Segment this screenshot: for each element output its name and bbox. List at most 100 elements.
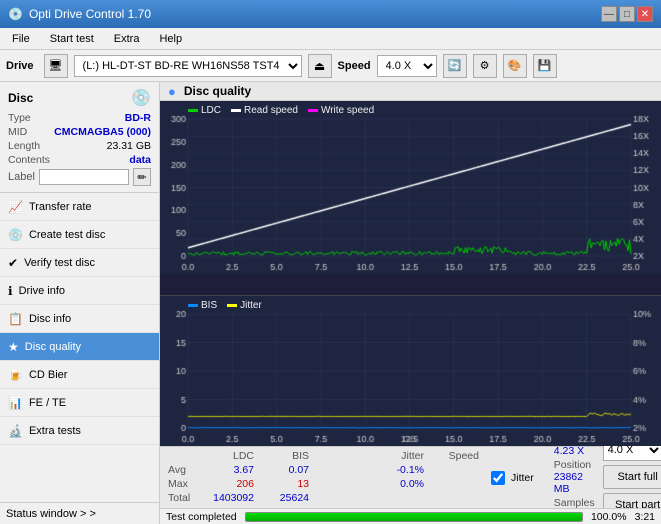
nav-verify-test-disc-label: Verify test disc bbox=[24, 257, 95, 269]
progress-bar-fill bbox=[246, 513, 582, 521]
disc-mid-row: MID CMCMAGBA5 (000) bbox=[8, 126, 151, 138]
stats-total-label: Total bbox=[168, 492, 203, 504]
position-label: Position bbox=[554, 459, 591, 471]
chart-header: ● Disc quality bbox=[160, 82, 661, 101]
stats-avg-bis: 0.07 bbox=[258, 464, 313, 476]
read-speed-legend-dot bbox=[231, 109, 241, 112]
save-button[interactable]: 💾 bbox=[533, 54, 557, 78]
position-val: 23862 MB bbox=[554, 471, 583, 495]
top-chart-legend: LDC Read speed Write speed bbox=[188, 105, 374, 116]
jitter-legend-dot bbox=[227, 304, 237, 307]
disc-icon: 💿 bbox=[131, 88, 151, 108]
nav-transfer-rate-label: Transfer rate bbox=[29, 201, 92, 213]
stats-max-label: Max bbox=[168, 478, 203, 490]
disc-length-row: Length 23.31 GB bbox=[8, 140, 151, 152]
maximize-button[interactable]: □ bbox=[619, 6, 635, 22]
verify-test-disc-icon: ✔ bbox=[8, 256, 18, 270]
label-edit-button[interactable]: ✏ bbox=[133, 168, 151, 186]
nav-drive-info[interactable]: ℹ Drive info bbox=[0, 277, 159, 305]
nav-disc-quality-label: Disc quality bbox=[25, 341, 81, 353]
speed-val: 4.23 X bbox=[554, 445, 584, 457]
jitter-checkbox-label: Jitter bbox=[511, 472, 534, 484]
nav-fe-te-label: FE / TE bbox=[29, 397, 66, 409]
right-panel: ● Disc quality LDC Read speed bbox=[160, 82, 661, 524]
disc-contents-row: Contents data bbox=[8, 154, 151, 166]
stats-max-spacer bbox=[313, 478, 373, 490]
stats-speed-header: Speed bbox=[428, 450, 483, 462]
nav-drive-info-label: Drive info bbox=[19, 285, 65, 297]
menu-file[interactable]: File bbox=[4, 31, 38, 47]
jitter-section: Jitter bbox=[491, 471, 534, 485]
stats-avg-spacer bbox=[313, 464, 373, 476]
disc-section: Disc 💿 Type BD-R MID CMCMAGBA5 (000) Len… bbox=[0, 82, 159, 193]
app-icon: 💿 bbox=[8, 7, 23, 21]
app-title: Opti Drive Control 1.70 bbox=[29, 7, 151, 21]
menu-bar: File Start test Extra Help bbox=[0, 28, 661, 50]
stats-jitter-header: Jitter bbox=[373, 450, 428, 462]
ldc-legend: LDC bbox=[188, 105, 221, 116]
extra-tests-icon: 🔬 bbox=[8, 424, 23, 438]
nav-fe-te[interactable]: 📊 FE / TE bbox=[0, 389, 159, 417]
top-chart-canvas bbox=[160, 101, 661, 274]
title-bar-left: 💿 Opti Drive Control 1.70 bbox=[8, 7, 151, 21]
disc-mid-label: MID bbox=[8, 126, 27, 138]
disc-length-val: 23.31 GB bbox=[107, 140, 151, 152]
drive-bar: Drive 🖥 (L:) HL-DT-ST BD-RE WH16NS58 TST… bbox=[0, 50, 661, 82]
disc-length-label: Length bbox=[8, 140, 40, 152]
menu-help[interactable]: Help bbox=[151, 31, 190, 47]
status-window[interactable]: Status window > > bbox=[0, 502, 159, 524]
stats-empty bbox=[168, 450, 203, 462]
menu-extra[interactable]: Extra bbox=[106, 31, 148, 47]
nav-items: 📈 Transfer rate 💿 Create test disc ✔ Ver… bbox=[0, 193, 159, 502]
nav-transfer-rate[interactable]: 📈 Transfer rate bbox=[0, 193, 159, 221]
refresh-button[interactable]: 🔄 bbox=[443, 54, 467, 78]
jitter-checkbox[interactable] bbox=[491, 471, 505, 485]
nav-disc-info-label: Disc info bbox=[29, 313, 71, 325]
nav-disc-info[interactable]: 📋 Disc info bbox=[0, 305, 159, 333]
nav-cd-bier-label: CD Bier bbox=[29, 369, 68, 381]
nav-cd-bier[interactable]: 🍺 CD Bier bbox=[0, 361, 159, 389]
nav-extra-tests[interactable]: 🔬 Extra tests bbox=[0, 417, 159, 445]
disc-contents-label: Contents bbox=[8, 154, 50, 166]
stats-spacer bbox=[313, 450, 373, 462]
samples-label: Samples bbox=[554, 497, 595, 509]
fe-te-icon: 📊 bbox=[8, 396, 23, 410]
speed-select[interactable]: 4.0 X bbox=[377, 55, 437, 77]
progress-percent: 100.0% bbox=[591, 511, 627, 523]
stats-max-ldc: 206 bbox=[203, 478, 258, 490]
bis-legend-label: BIS bbox=[201, 300, 217, 311]
stats-footer: LDC BIS Jitter Speed Avg 3.67 0.07 -0.1%… bbox=[160, 446, 661, 508]
top-chart: LDC Read speed Write speed bbox=[160, 101, 661, 296]
disc-type-row: Type BD-R bbox=[8, 112, 151, 124]
menu-start-test[interactable]: Start test bbox=[42, 31, 102, 47]
nav-extra-tests-label: Extra tests bbox=[29, 425, 81, 437]
transfer-rate-icon: 📈 bbox=[8, 200, 23, 214]
drive-label: Drive bbox=[6, 60, 34, 72]
start-full-button[interactable]: Start full bbox=[603, 465, 661, 489]
eject-button[interactable]: ⏏ bbox=[308, 54, 332, 78]
close-button[interactable]: ✕ bbox=[637, 6, 653, 22]
disc-contents-val: data bbox=[129, 154, 151, 166]
drive-icon-btn[interactable]: 🖥 bbox=[44, 54, 68, 78]
label-input[interactable] bbox=[39, 169, 129, 185]
drive-select[interactable]: (L:) HL-DT-ST BD-RE WH16NS58 TST4 bbox=[74, 55, 302, 77]
right-buttons: 4.0 X Start full Start part bbox=[603, 439, 661, 517]
stats-avg-ldc: 3.67 bbox=[203, 464, 258, 476]
write-speed-legend-dot bbox=[308, 109, 318, 112]
disc-section-title: Disc bbox=[8, 91, 33, 105]
minimize-button[interactable]: — bbox=[601, 6, 617, 22]
nav-create-test-disc[interactable]: 💿 Create test disc bbox=[0, 221, 159, 249]
status-window-label: Status window > > bbox=[6, 508, 96, 520]
settings-button1[interactable]: ⚙ bbox=[473, 54, 497, 78]
title-bar: 💿 Opti Drive Control 1.70 — □ ✕ bbox=[0, 0, 661, 28]
stats-total-bis: 25624 bbox=[258, 492, 313, 504]
disc-mid-val: CMCMAGBA5 (000) bbox=[54, 126, 151, 138]
disc-info-icon: 📋 bbox=[8, 312, 23, 326]
create-test-disc-icon: 💿 bbox=[8, 228, 23, 242]
write-speed-legend-label: Write speed bbox=[321, 105, 374, 116]
settings-button2[interactable]: 🎨 bbox=[503, 54, 527, 78]
bis-legend-dot bbox=[188, 304, 198, 307]
position-row: Position 23862 MB bbox=[554, 459, 595, 495]
nav-verify-test-disc[interactable]: ✔ Verify test disc bbox=[0, 249, 159, 277]
nav-disc-quality[interactable]: ★ Disc quality bbox=[0, 333, 159, 361]
